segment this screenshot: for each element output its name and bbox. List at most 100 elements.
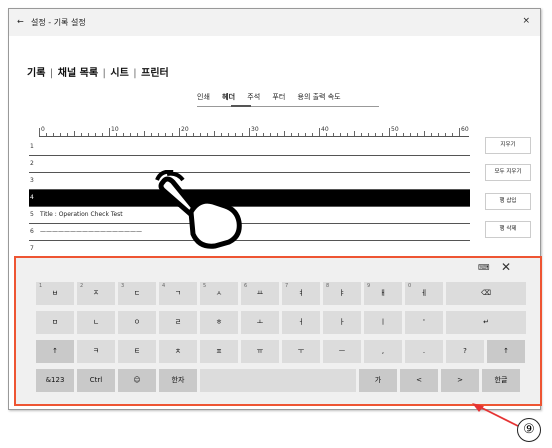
key[interactable]: ㅁ [36,311,74,334]
key[interactable]: ㅣ [364,311,402,334]
ruler-tick [333,133,334,136]
key[interactable]: ㅊ [159,340,197,363]
key[interactable]: ㄴ [77,311,115,334]
on-screen-keyboard: ⌨ ✕ ㅂ 1 ㅈ 2 ㄷ 3 ㄱ 4 ㅅ 5 ㅛ 6 ㅕ 7 ㅑ 8 ㅐ 9 ㅔ 0 ⌫ ㅁㄴㅇㄹㅎㅗㅓㅏㅣ ' ↵ ↑ ㅋㅌㅊ… [14,256,542,406]
tab-print[interactable]: 인쇄 [197,93,210,101]
ruler-tick [179,128,180,136]
ruler-tick [375,133,376,136]
clear-button[interactable]: 지우기 [485,137,531,154]
key[interactable]: ㄷ3 [118,282,156,305]
key[interactable]: ' [405,311,443,334]
ruler-label: 50 [391,126,399,133]
key-label: ㅐ [379,289,387,297]
ruler-tick [256,133,257,136]
key[interactable]: ㅡ [323,340,361,363]
ruler-tick [242,133,243,136]
key[interactable]: ㅋ [77,340,115,363]
language-key[interactable]: 가 [359,369,397,392]
space-key[interactable] [200,369,356,392]
key-number-hint: 2 [80,283,84,289]
key-label: ㅏ [338,318,346,326]
key[interactable]: ㅛ6 [241,282,279,305]
right-arrow-key[interactable]: > [441,369,479,392]
key-label: ↵ [483,318,489,326]
keyboard-settings-icon[interactable]: ⌨ [478,263,490,272]
emoji-key[interactable]: ☺ [118,369,156,392]
ruler-tick [312,133,313,136]
nav-item-printer[interactable]: 프린터 [141,68,169,79]
ruler-tick [74,131,75,136]
ctrl-key[interactable]: Ctrl [77,369,115,392]
nav-item-sheet[interactable]: 시트 [110,68,128,79]
key-label: ㅊ [174,347,182,355]
ruler-tick [340,133,341,136]
shift-key[interactable]: ↑ [487,340,525,363]
key[interactable]: ㅕ7 [282,282,320,305]
line-number: 7 [30,245,34,252]
hangul-toggle-key[interactable]: 한글 [482,369,520,392]
key[interactable]: ㅈ2 [77,282,115,305]
delete-row-button[interactable]: 행 삭제 [485,221,531,238]
left-arrow-key[interactable]: < [400,369,438,392]
key[interactable]: ㅇ [118,311,156,334]
nav-separator: | [49,68,54,79]
line-text[interactable]: Title : Operation Check Test [40,211,123,218]
nav-item-channel-list[interactable]: 채널 목록 [58,68,98,79]
key[interactable]: ㅂ1 [36,282,74,305]
ruler-tick [424,131,425,136]
key[interactable]: ㅎ [200,311,238,334]
key[interactable]: ㅅ5 [200,282,238,305]
hanja-key[interactable]: 한자 [159,369,197,392]
line-number: 5 [30,211,34,218]
line-text[interactable]: ————————————————— [40,228,142,235]
key[interactable]: ㄹ [159,311,197,334]
header-line-row[interactable]: 1 [29,139,470,156]
ruler-tick [438,133,439,136]
ruler-tick [459,128,460,136]
shift-key[interactable]: ↑ [36,340,74,363]
key[interactable]: ㄱ4 [159,282,197,305]
key-label: ㄴ [92,318,100,326]
tab-footer[interactable]: 푸터 [272,93,285,101]
back-arrow-icon[interactable]: ← [17,17,24,26]
ruler-tick [396,133,397,136]
ruler-tick [123,133,124,136]
key[interactable]: ㅓ [282,311,320,334]
tab-output-speed[interactable]: 용의 출력 속도 [298,93,341,101]
annotation-label: ⑨ [517,418,541,442]
keyboard-close-button[interactable]: ✕ [501,260,511,274]
active-tab-underline [231,105,251,107]
close-button[interactable]: × [522,16,530,26]
key-label: ㅁ [51,318,59,326]
key[interactable]: ㅜ [282,340,320,363]
ruler-label: 60 [461,126,469,133]
ruler-tick [403,133,404,136]
key[interactable]: ㅔ0 [405,282,443,305]
backspace-key[interactable]: ⌫ [446,282,526,305]
key[interactable]: ㅠ [241,340,279,363]
key-label: . [422,347,426,355]
nav-item-record[interactable]: 기록 [27,68,45,79]
key[interactable]: ? [446,340,484,363]
tab-notes[interactable]: 주석 [247,93,260,101]
ruler-tick [452,133,453,136]
key-label: ㅂ [51,289,59,297]
key[interactable]: ㅗ [241,311,279,334]
key[interactable]: , [364,340,402,363]
key[interactable]: . [405,340,443,363]
key[interactable]: ㅍ [200,340,238,363]
ruler-tick [39,128,40,136]
tab-header[interactable]: 헤더 [222,93,235,101]
ruler-tick [361,133,362,136]
clear-all-button[interactable]: 모두 지우기 [485,164,531,181]
key[interactable]: ㅐ9 [364,282,402,305]
ruler-tick [417,133,418,136]
insert-row-button[interactable]: 행 삽입 [485,193,531,210]
key[interactable]: ㅌ [118,340,156,363]
ruler-tick [207,133,208,136]
symbols-key[interactable]: &123 [36,369,74,392]
enter-key[interactable]: ↵ [446,311,526,334]
key[interactable]: ㅑ8 [323,282,361,305]
key[interactable]: ㅏ [323,311,361,334]
ruler-tick [270,133,271,136]
